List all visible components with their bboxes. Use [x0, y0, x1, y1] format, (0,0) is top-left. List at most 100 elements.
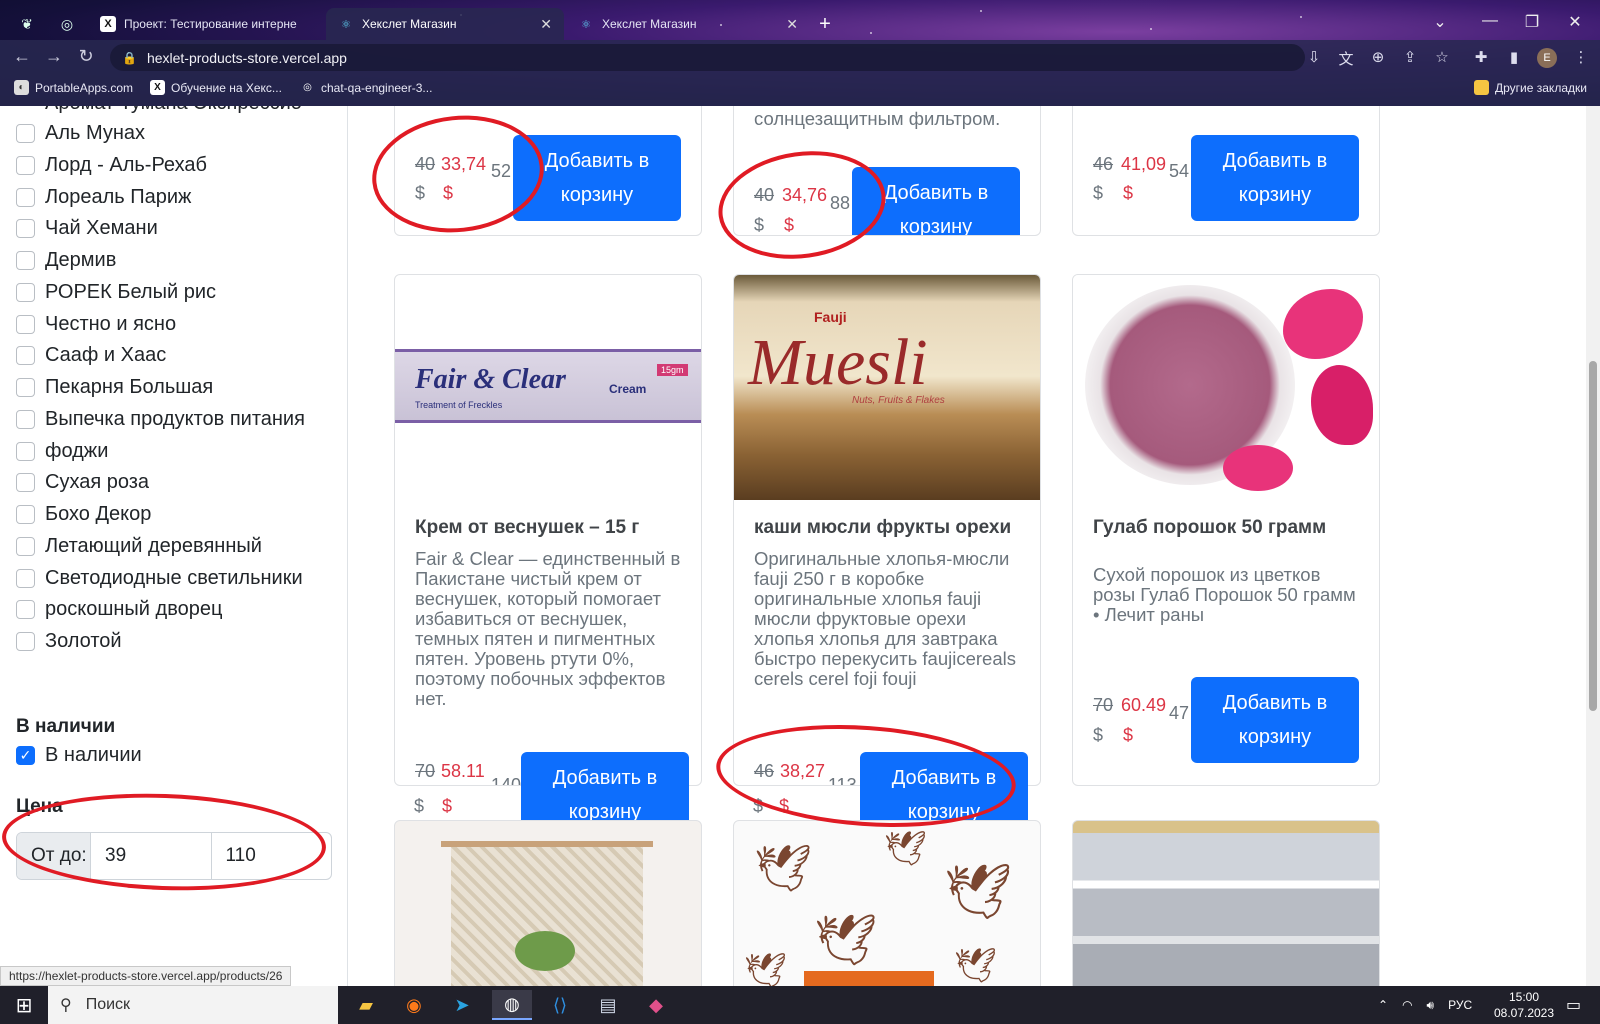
address-bar[interactable]: 🔒 hexlet-products-store.vercel.app	[110, 44, 1305, 71]
translate-icon[interactable]: 文	[1335, 48, 1357, 69]
other-bookmarks[interactable]: Другие закладки	[1474, 80, 1587, 95]
bookmark-hexlet[interactable]: X Обучение на Хекс...	[150, 80, 282, 95]
product-title[interactable]: каши мюсли фрукты орехи	[754, 517, 1011, 539]
minimize-icon[interactable]: —	[1470, 12, 1510, 30]
checkbox[interactable]	[16, 409, 35, 429]
checkbox[interactable]	[16, 124, 35, 143]
price-from-input[interactable]: 39	[91, 833, 212, 879]
restore-icon[interactable]: ❐	[1512, 12, 1552, 32]
checkbox[interactable]	[16, 505, 35, 524]
bookmark-star-icon[interactable]: ☆	[1431, 48, 1453, 66]
install-icon[interactable]: ⇩	[1303, 48, 1325, 66]
notifications-icon[interactable]: ▭	[1566, 986, 1581, 1024]
close-tab-icon[interactable]: ✕	[540, 16, 552, 33]
chrome-icon[interactable]: ◍	[492, 990, 532, 1020]
tab-search-icon[interactable]: ⌄	[1420, 12, 1460, 32]
checkbox[interactable]	[16, 441, 35, 461]
brand-filter-item[interactable]: РОРЕК Белый рис	[16, 281, 216, 304]
brand-filter-item[interactable]: фоджи	[16, 440, 108, 463]
product-title[interactable]: Гулаб порошок 50 грамм	[1093, 517, 1326, 539]
brand-filter-item[interactable]: Чай Хемани	[16, 217, 158, 240]
brand-filter-item[interactable]: Лорд - Аль-Рехаб	[16, 154, 207, 177]
brand-filter-item[interactable]: Честно и ясно	[16, 313, 176, 336]
telegram-icon[interactable]: ➤	[444, 990, 480, 1020]
brand-filter-item[interactable]: Летающий деревянный	[16, 535, 262, 558]
brand-filter-item[interactable]: Светодиодные светильники	[16, 567, 303, 590]
checkbox[interactable]	[16, 346, 35, 366]
checkbox[interactable]	[16, 187, 35, 207]
checkbox[interactable]	[16, 155, 35, 175]
checkbox[interactable]	[16, 219, 35, 239]
reload-icon[interactable]: ↻	[74, 46, 98, 67]
checkbox[interactable]	[16, 282, 35, 302]
file-explorer-icon[interactable]: ▰	[348, 990, 384, 1020]
wifi-icon[interactable]: ◠	[1402, 998, 1412, 1012]
pinned-tab-portable[interactable]: ❦	[14, 12, 40, 36]
back-icon[interactable]: ←	[10, 46, 34, 67]
side-panel-icon[interactable]: ▮	[1503, 48, 1525, 66]
tab-hexlet-project[interactable]: X Проект: Тестирование интерне	[88, 8, 324, 40]
price-to-input[interactable]: 110	[212, 833, 332, 879]
firefox-icon[interactable]: ◉	[396, 990, 432, 1020]
lock-icon: 🔒	[122, 50, 137, 65]
brand-filter-item[interactable]: Золотой	[16, 630, 122, 653]
extensions-icon[interactable]: ✚	[1470, 48, 1492, 66]
brand-filter-item[interactable]: Аль Мунах	[16, 122, 145, 145]
tab-title: Проект: Тестирование интерне	[124, 17, 297, 31]
profile-avatar[interactable]: E	[1537, 48, 1557, 68]
clock[interactable]: 15:00 08.07.2023	[1494, 986, 1554, 1024]
close-window-icon[interactable]: ✕	[1555, 12, 1595, 32]
add-to-cart-button[interactable]: Добавить в корзину	[1191, 677, 1359, 763]
checkbox[interactable]	[16, 378, 35, 397]
luxury-decor-image[interactable]	[1073, 821, 1379, 986]
new-tab-icon[interactable]: +	[812, 12, 838, 36]
vscode-icon[interactable]: ⟨⟩	[542, 990, 578, 1020]
brand-filter-item[interactable]: Выпечка продуктов питания	[16, 408, 305, 431]
brand-filter-item[interactable]: Бохо Декор	[16, 503, 151, 526]
volume-icon[interactable]: 🔊︎	[1427, 998, 1435, 1013]
windows-start-icon[interactable]: ⊞	[8, 990, 40, 1020]
product-image-rose-powder[interactable]	[1073, 275, 1379, 500]
image-brand-text: Muesli	[748, 326, 928, 399]
notepad-icon[interactable]: ▤	[590, 990, 626, 1020]
tab-hexlet-store[interactable]: ⚛ Хекслет Магазин ✕	[566, 8, 810, 40]
brand-filter-item[interactable]: роскошный дворец	[16, 598, 222, 621]
brand-filter-item[interactable]: Лореаль Париж	[16, 186, 191, 209]
tab-hexlet-store-active[interactable]: ⚛ Хекслет Магазин ✕	[326, 8, 564, 40]
wooden-birds-image[interactable]: 🕊 🕊 🕊 🕊 🕊 🕊	[734, 821, 1040, 986]
checkbox[interactable]	[16, 568, 35, 588]
in-stock-filter[interactable]: ✓ В наличии	[16, 744, 142, 767]
pinned-tab-chatgpt[interactable]: ◎	[54, 12, 80, 36]
add-to-cart-button[interactable]: Добавить в корзину	[513, 135, 681, 221]
scroll-thumb[interactable]	[1589, 361, 1597, 711]
zoom-icon[interactable]: ⊕	[1367, 48, 1389, 66]
forward-icon[interactable]: →	[42, 46, 66, 67]
tray-chevron-icon[interactable]: ⌃	[1378, 998, 1388, 1012]
checkbox[interactable]	[16, 632, 35, 651]
language-indicator[interactable]: РУС	[1448, 998, 1472, 1012]
brand-filter-item[interactable]: Пекарня Большая	[16, 376, 213, 399]
brand-filter-item[interactable]: Дермив	[16, 249, 116, 272]
bookmark-portableapps[interactable]: ◐ PortableApps.com	[14, 80, 133, 95]
checkbox[interactable]	[16, 473, 35, 493]
product-image-muesli[interactable]: Muesli Fauji Nuts, Fruits & Flakes	[734, 275, 1040, 500]
checkbox[interactable]	[16, 536, 35, 556]
brand-filter-item[interactable]: Сааф и Хаас	[16, 344, 166, 367]
checkbox[interactable]	[16, 314, 35, 334]
brand-filter-item[interactable]: Сухая роза	[16, 471, 149, 494]
product-image-fair-clear[interactable]: Fair & Clear Cream Treatment of Freckles…	[395, 275, 701, 500]
checkbox-checked[interactable]: ✓	[16, 746, 35, 765]
bookmark-chat-qa[interactable]: ◎ chat-qa-engineer-3...	[300, 80, 432, 95]
taskbar-search[interactable]: ⚲ Поиск	[48, 986, 338, 1024]
menu-icon[interactable]: ⋮	[1570, 48, 1592, 66]
product-title[interactable]: Крем от веснушек – 15 г	[415, 517, 639, 539]
brand-filter-clipped[interactable]: Аромат Тумана Экспрессио	[16, 106, 302, 115]
add-to-cart-button[interactable]: Добавить в корзину	[1191, 135, 1359, 221]
checkbox[interactable]	[16, 600, 35, 620]
add-to-cart-button[interactable]: Добавить в корзину	[852, 167, 1020, 235]
checkbox[interactable]	[16, 251, 35, 270]
share-icon[interactable]: ⇪	[1399, 48, 1421, 66]
page-scrollbar[interactable]	[1586, 106, 1600, 986]
close-tab-icon[interactable]: ✕	[786, 16, 798, 33]
paint-icon[interactable]: ◆	[638, 990, 674, 1020]
